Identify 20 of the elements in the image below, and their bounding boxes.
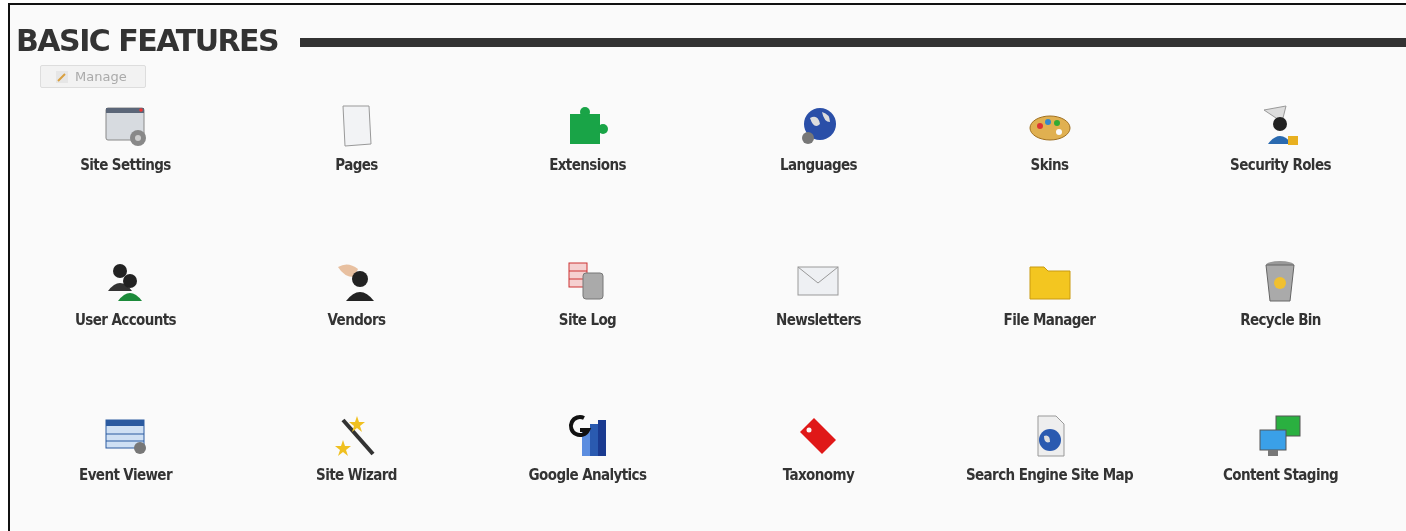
feature-link[interactable]: Pages — [332, 96, 381, 251]
feature-link[interactable]: Vendors — [327, 251, 386, 406]
feature-link[interactable]: Languages — [779, 96, 858, 251]
feature-link[interactable]: Google Analytics — [528, 406, 647, 531]
feature-link[interactable]: Site Log — [558, 251, 617, 406]
feature-link[interactable]: File Manager — [1003, 251, 1096, 406]
feature-link[interactable]: Recycle Bin — [1240, 251, 1321, 406]
feature-link[interactable]: Site Settings — [80, 96, 171, 251]
feature-link[interactable]: Content Staging — [1223, 406, 1338, 531]
feature-link[interactable]: Search Engine Site Map — [965, 406, 1134, 531]
feature-link[interactable]: Site Wizard — [316, 406, 397, 531]
feature-link[interactable]: Event Viewer — [79, 406, 172, 531]
feature-link[interactable]: User Accounts — [74, 251, 177, 406]
feature-link[interactable]: Security Roles — [1230, 96, 1331, 251]
feature-link[interactable]: Taxonomy — [782, 406, 855, 531]
pencil-icon — [55, 69, 69, 84]
feature-link[interactable]: Newsletters — [776, 251, 861, 406]
feature-link[interactable]: Extensions — [549, 96, 626, 251]
feature-link[interactable]: Skins — [1025, 96, 1074, 251]
section-title: BASIC FEATURES — [16, 23, 279, 58]
